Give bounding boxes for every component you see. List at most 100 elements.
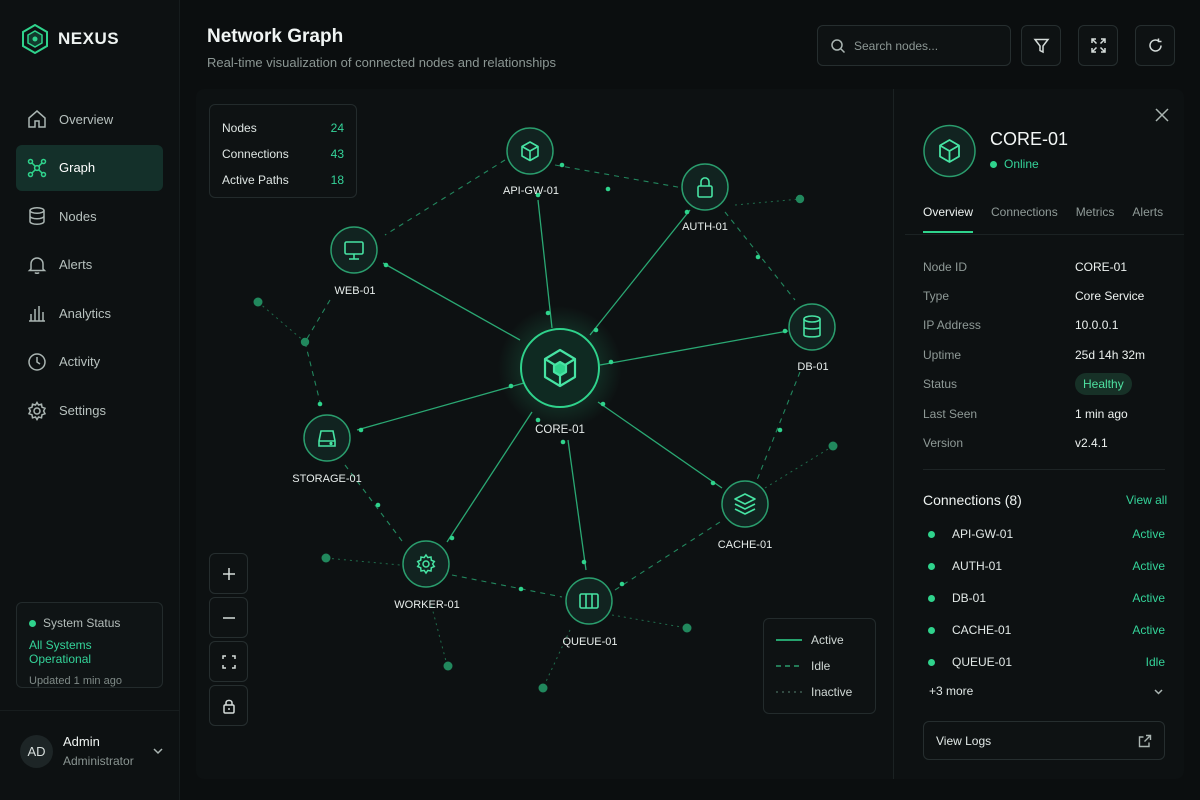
system-status-message: All Systems Operational (29, 638, 92, 666)
system-status-card: System Status All Systems Operational Up… (16, 602, 163, 688)
prop-status: Status Healthy (923, 370, 1168, 399)
node-label: CORE-01 (535, 424, 585, 436)
user-role: Administrator (63, 754, 134, 768)
dashed-line-icon (776, 665, 802, 667)
edge-core-auth (589, 209, 691, 336)
node-label: WORKER-01 (394, 599, 459, 611)
chevron-down-icon[interactable] (151, 744, 165, 758)
status-dot-icon (928, 594, 935, 602)
sidebar-item-alerts[interactable]: Alerts (16, 242, 163, 288)
fit-view-button[interactable] (209, 641, 248, 682)
sidebar-item-nodes[interactable]: Nodes (16, 193, 163, 239)
connections-list: API-GW-01 Active AUTH-01 Active DB-01 Activ… (923, 518, 1165, 678)
refresh-button[interactable] (1135, 25, 1175, 66)
node-storage[interactable]: STORAGE-01 (292, 414, 362, 485)
edge-core-cache (597, 401, 723, 489)
prop-last-seen: Last Seen 1 min ago (923, 406, 1128, 421)
external-link-icon (1138, 734, 1152, 747)
solid-line-icon (776, 639, 802, 641)
legend-active: Active (776, 627, 863, 653)
status-dot-icon (928, 562, 935, 570)
status-dot-icon (928, 530, 935, 538)
node-properties: Node ID CORE-01 Type Core Service IP Addre… (923, 252, 1168, 458)
zoom-in-button[interactable] (209, 553, 248, 594)
tabs-divider (905, 234, 1184, 235)
node-label: DB-01 (797, 361, 828, 373)
gear-icon (27, 400, 47, 421)
edge-peer-storage (304, 341, 323, 411)
prop-uptime: Uptime 25d 14h 32m (923, 347, 1146, 362)
plus-icon (222, 567, 235, 580)
list-item[interactable]: API-GW-01 Active (923, 518, 1165, 550)
tab-metrics[interactable]: Metrics (1076, 205, 1115, 233)
node-name: CORE-01 (990, 129, 1069, 149)
graph-stats: Nodes 24 Connections 43 Active Paths 18 (209, 104, 357, 198)
zoom-out-button[interactable] (209, 597, 248, 638)
sidebar-item-analytics[interactable]: Analytics (16, 290, 163, 336)
status-dot-icon (928, 658, 935, 666)
node-queue[interactable]: QUEUE-01 (562, 577, 618, 648)
sidebar-item-graph[interactable]: Graph (16, 144, 163, 191)
connections-title: Connections (8) (923, 492, 1022, 508)
node-auth[interactable]: AUTH-01 (681, 163, 729, 233)
node-db[interactable]: DB-01 (788, 303, 836, 373)
user-name: Admin (63, 734, 100, 749)
edge-apigw-web (384, 159, 506, 236)
tab-overview[interactable]: Overview (923, 205, 974, 233)
sidebar-item-settings[interactable]: Settings (16, 388, 163, 434)
prop-version: Version v2.4.1 (923, 436, 1108, 451)
tab-alerts[interactable]: Alerts (1132, 205, 1163, 233)
edge-cache-leaf (764, 445, 834, 489)
bar-chart-icon (29, 306, 45, 323)
home-icon (28, 110, 46, 128)
close-icon[interactable] (1153, 106, 1171, 124)
filter-button[interactable] (1021, 25, 1061, 66)
refresh-icon (1148, 38, 1162, 52)
user-menu[interactable]: AD Admin Administrator (20, 734, 165, 768)
view-logs-button[interactable]: View Logs (923, 721, 1165, 760)
edge-apigw-auth (554, 164, 684, 189)
edge-auth-leaf (734, 198, 801, 206)
view-all-link[interactable]: View all (1126, 493, 1167, 507)
edge-leaf-peer (257, 301, 306, 343)
tab-connections[interactable]: Connections (991, 205, 1058, 233)
edge-queue-leaf-2 (611, 614, 688, 629)
list-item[interactable]: CACHE-01 Active (923, 614, 1165, 646)
page-title: Network Graph (207, 26, 344, 47)
node-label: QUEUE-01 (562, 636, 617, 648)
brand[interactable]: NEXUS (22, 24, 119, 54)
search-box[interactable] (817, 25, 1011, 66)
node-web[interactable]: WEB-01 (330, 226, 378, 297)
list-item[interactable]: AUTH-01 Active (923, 550, 1165, 582)
edge-queue-cache (614, 521, 721, 591)
edge-web-peer (304, 299, 331, 343)
prop-type: Type Core Service (923, 289, 1145, 304)
list-item[interactable]: DB-01 Active (923, 582, 1165, 614)
status-dot-icon (990, 160, 997, 168)
node-cache[interactable]: CACHE-01 (718, 480, 772, 551)
edge-db-cache (756, 371, 801, 481)
detail-tabs: Overview Connections Metrics Alerts (923, 205, 1173, 235)
list-item[interactable]: QUEUE-01 Idle (923, 646, 1165, 678)
database-icon (29, 207, 45, 226)
show-more-connections[interactable]: +3 more (929, 684, 1165, 698)
sidebar-item-label: Overview (59, 111, 114, 127)
fullscreen-button[interactable] (1078, 25, 1118, 66)
lock-icon (222, 699, 235, 714)
sidebar-item-label: Settings (59, 403, 106, 419)
node-label: CACHE-01 (718, 539, 772, 551)
node-api-gw[interactable]: API-GW-01 (503, 127, 559, 197)
sidebar-divider (0, 710, 180, 711)
node-status: Online (990, 157, 1039, 171)
search-input[interactable] (854, 38, 1004, 53)
lock-view-button[interactable] (209, 685, 248, 726)
sidebar-item-label: Analytics (59, 305, 112, 321)
stat-active-paths: Active Paths 18 (222, 173, 344, 187)
panel-divider (923, 469, 1165, 470)
sidebar-item-overview[interactable]: Overview (16, 96, 163, 142)
node-worker[interactable]: WORKER-01 (394, 540, 460, 611)
sidebar-item-activity[interactable]: Activity (16, 339, 163, 385)
fit-icon (221, 654, 236, 669)
stat-nodes: Nodes 24 (222, 121, 344, 135)
filter-icon (1032, 38, 1050, 54)
